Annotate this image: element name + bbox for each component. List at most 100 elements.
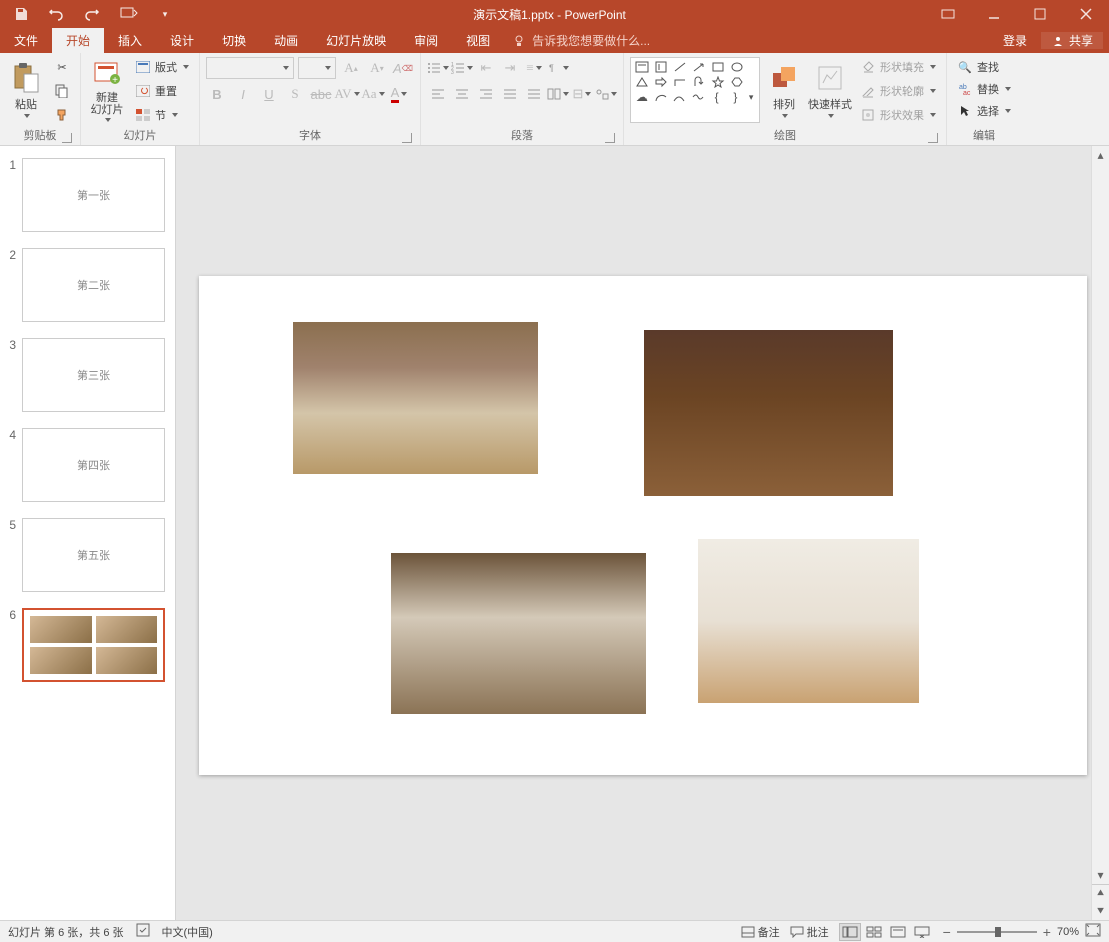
clear-formatting-icon[interactable]: A⌫ [392, 57, 414, 79]
maximize-icon[interactable] [1017, 0, 1063, 28]
shape-arrow-line-icon[interactable] [690, 60, 708, 74]
qat-customize-icon[interactable]: ▾ [156, 5, 174, 23]
minimize-icon[interactable] [971, 0, 1017, 28]
char-spacing-button[interactable]: AV [336, 83, 358, 105]
shape-star-icon[interactable] [709, 75, 727, 89]
format-painter-button[interactable] [50, 105, 74, 125]
shadow-button[interactable]: S [284, 83, 306, 105]
increase-indent-button[interactable]: ⇥ [499, 57, 521, 79]
thumbnail-6[interactable]: 6 [0, 604, 175, 694]
reset-button[interactable]: 重置 [131, 81, 193, 101]
vertical-scrollbar[interactable]: ▴ ▾ ⯅ ⯆ [1091, 146, 1109, 920]
close-icon[interactable] [1063, 0, 1109, 28]
shape-arc-icon[interactable] [652, 90, 670, 104]
tab-home[interactable]: 开始 [52, 28, 104, 53]
language-indicator[interactable]: 中文(中国) [162, 924, 213, 940]
prev-slide-icon[interactable]: ⯅ [1092, 884, 1109, 902]
shape-curve1-icon[interactable] [670, 90, 688, 104]
shape-brace2-icon[interactable]: } [727, 90, 745, 104]
find-button[interactable]: 🔍查找 [953, 57, 1015, 77]
smartart-button[interactable] [595, 83, 617, 105]
gallery-more-icon[interactable]: ▾ [745, 90, 757, 104]
comments-button[interactable]: 批注 [790, 924, 829, 940]
change-case-button[interactable]: Aa [362, 83, 384, 105]
tab-review[interactable]: 审阅 [400, 28, 452, 53]
paragraph-launcher-icon[interactable] [605, 133, 615, 143]
thumbnail-2[interactable]: 2第二张 [0, 244, 175, 334]
shape-vtextbox-icon[interactable] [652, 60, 670, 74]
fit-to-window-button[interactable] [1085, 923, 1101, 940]
shape-cloud-icon[interactable]: ☁ [633, 90, 651, 104]
thumbnail-1[interactable]: 1第一张 [0, 154, 175, 244]
notes-button[interactable]: 备注 [741, 924, 780, 940]
clipboard-launcher-icon[interactable] [62, 133, 72, 143]
shape-curve2-icon[interactable] [689, 90, 707, 104]
tab-view[interactable]: 视图 [452, 28, 504, 53]
italic-button[interactable]: I [232, 83, 254, 105]
shape-fill-button[interactable]: 形状填充 [856, 57, 940, 77]
shape-elbow-icon[interactable] [671, 75, 689, 89]
thumbnail-5[interactable]: 5第五张 [0, 514, 175, 604]
line-spacing-button[interactable]: ≡ [523, 57, 545, 79]
zoom-level[interactable]: 70% [1057, 926, 1079, 938]
scroll-down-icon[interactable]: ▾ [1092, 866, 1109, 884]
thumbnail-3[interactable]: 3第三张 [0, 334, 175, 424]
shape-rect-icon[interactable] [709, 60, 727, 74]
ribbon-display-icon[interactable] [925, 0, 971, 28]
text-direction-button[interactable]: ¶ [547, 57, 569, 79]
scroll-up-icon[interactable]: ▴ [1092, 146, 1109, 164]
replace-button[interactable]: abac替换 [953, 79, 1015, 99]
font-size-combo[interactable] [298, 57, 336, 79]
tab-file[interactable]: 文件 [0, 28, 52, 53]
new-slide-button[interactable]: + 新建 幻灯片 [87, 57, 127, 123]
quick-styles-button[interactable]: 快速样式 [808, 57, 852, 123]
zoom-out-button[interactable]: − [943, 924, 951, 940]
next-slide-icon[interactable]: ⯆ [1092, 902, 1109, 920]
thumbnail-4[interactable]: 4第四张 [0, 424, 175, 514]
font-family-combo[interactable] [206, 57, 294, 79]
align-left-button[interactable] [427, 83, 449, 105]
shape-uturn-icon[interactable] [690, 75, 708, 89]
bold-button[interactable]: B [206, 83, 228, 105]
columns-button[interactable] [547, 83, 569, 105]
thumbnail-panel[interactable]: 1第一张 2第二张 3第三张 4第四张 5第五张 6 [0, 146, 176, 920]
tab-animations[interactable]: 动画 [260, 28, 312, 53]
sorter-view-button[interactable] [863, 923, 885, 941]
zoom-in-button[interactable]: + [1043, 924, 1051, 940]
numbering-button[interactable]: 123 [451, 57, 473, 79]
start-from-beginning-icon[interactable] [120, 5, 138, 23]
zoom-slider[interactable] [957, 931, 1037, 933]
shape-oval-icon[interactable] [728, 60, 746, 74]
justify-button[interactable] [499, 83, 521, 105]
normal-view-button[interactable] [839, 923, 861, 941]
layout-button[interactable]: 版式 [131, 57, 193, 77]
shape-effects-button[interactable]: 形状效果 [856, 105, 940, 125]
spellcheck-icon[interactable] [136, 923, 150, 940]
distribute-button[interactable] [523, 83, 545, 105]
slide-image-1[interactable] [293, 322, 538, 474]
redo-icon[interactable] [84, 5, 102, 23]
increase-font-icon[interactable]: A▴ [340, 57, 362, 79]
undo-icon[interactable] [48, 5, 66, 23]
paste-button[interactable]: 粘贴 [6, 57, 46, 123]
shapes-gallery[interactable]: ☁ { } ▾ [630, 57, 760, 123]
decrease-font-icon[interactable]: A▾ [366, 57, 388, 79]
align-center-button[interactable] [451, 83, 473, 105]
strikethrough-button[interactable]: abc [310, 83, 332, 105]
shape-line-icon[interactable] [671, 60, 689, 74]
slide-image-2[interactable] [644, 330, 893, 496]
cut-button[interactable]: ✂ [50, 57, 74, 77]
underline-button[interactable]: U [258, 83, 280, 105]
shape-outline-button[interactable]: 形状轮廓 [856, 81, 940, 101]
shape-triangle-icon[interactable] [633, 75, 651, 89]
section-button[interactable]: 节 [131, 105, 193, 125]
select-button[interactable]: 选择 [953, 101, 1015, 121]
arrange-button[interactable]: 排列 [764, 57, 804, 123]
align-text-button[interactable]: ⊟ [571, 83, 593, 105]
shape-textbox-icon[interactable] [633, 60, 651, 74]
tab-slideshow[interactable]: 幻灯片放映 [312, 28, 400, 53]
slide-image-3[interactable] [391, 553, 646, 714]
tab-transitions[interactable]: 切换 [208, 28, 260, 53]
share-button[interactable]: 共享 [1041, 32, 1103, 49]
drawing-launcher-icon[interactable] [928, 133, 938, 143]
